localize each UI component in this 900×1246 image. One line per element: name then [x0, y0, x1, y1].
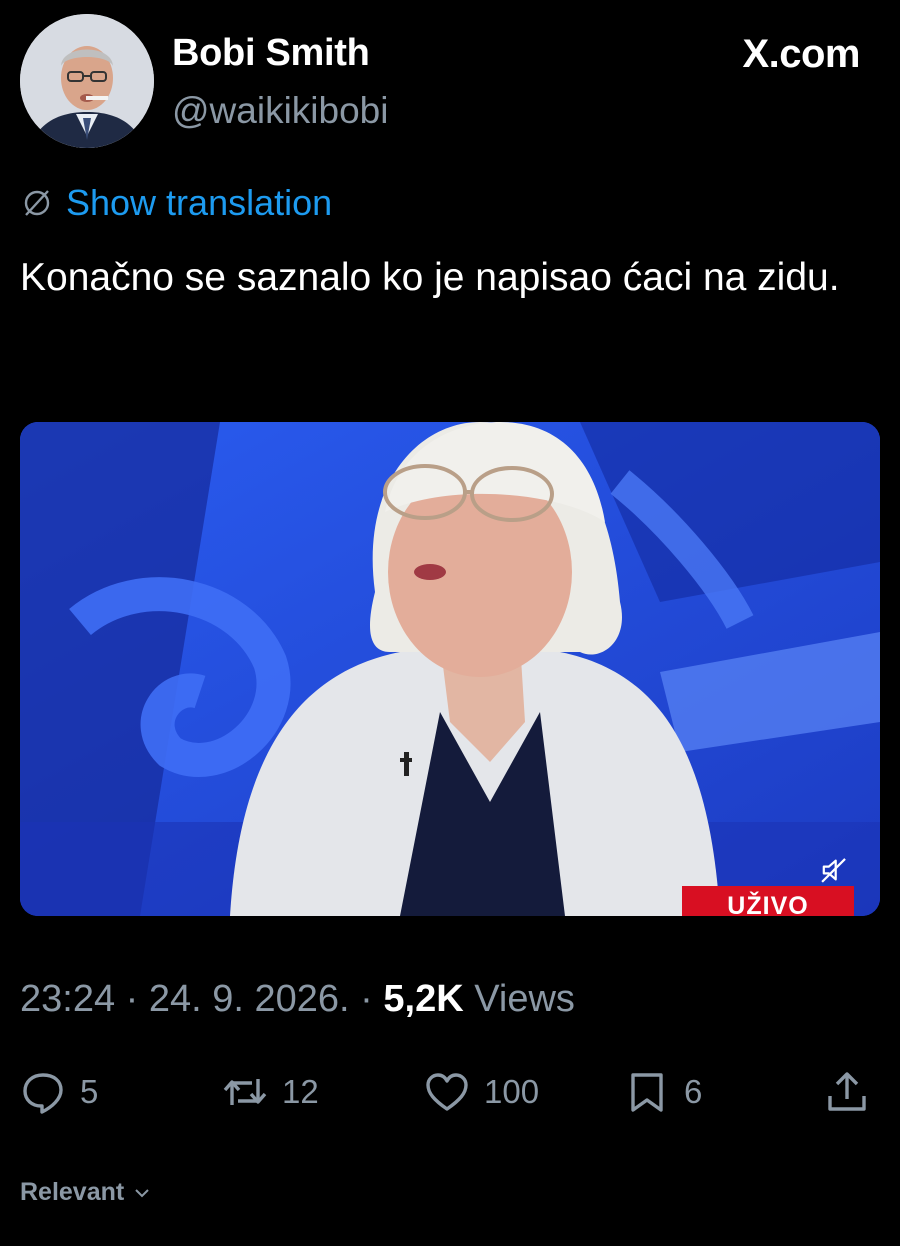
- like-button[interactable]: 100: [424, 1062, 539, 1122]
- speaker-muted-icon: [821, 858, 846, 883]
- author-avatar[interactable]: [20, 14, 154, 148]
- avatar-image: [20, 14, 154, 148]
- translate-icon: [24, 190, 50, 216]
- like-count: 100: [484, 1073, 540, 1110]
- mute-toggle-button[interactable]: [814, 850, 854, 890]
- live-badge: UŽIVO: [682, 886, 854, 916]
- heart-icon: [426, 1073, 468, 1111]
- share-button[interactable]: [824, 1062, 870, 1122]
- tweet-date[interactable]: 24. 9. 2026.: [149, 978, 350, 1020]
- repost-button[interactable]: 12: [222, 1062, 319, 1122]
- meta-separator: ·: [125, 978, 139, 1020]
- bookmark-button[interactable]: 6: [624, 1062, 702, 1122]
- site-watermark: X.com: [742, 32, 860, 76]
- author-display-name[interactable]: Bobi Smith: [172, 32, 370, 75]
- show-translation-label: Show translation: [66, 182, 333, 223]
- replies-sort-dropdown[interactable]: Relevant: [20, 1178, 152, 1207]
- video-frame: [20, 422, 880, 916]
- reply-button[interactable]: 5: [20, 1062, 98, 1122]
- repost-count: 12: [282, 1073, 319, 1110]
- share-icon: [828, 1072, 866, 1111]
- bookmark-count: 6: [684, 1073, 703, 1110]
- views-count: 5,2K: [383, 978, 464, 1020]
- show-translation-button[interactable]: Show translation: [20, 182, 332, 224]
- repost-icon: [223, 1079, 267, 1105]
- sort-label: Relevant: [20, 1178, 125, 1206]
- reply-count: 5: [80, 1073, 99, 1110]
- tweet-time[interactable]: 23:24: [20, 978, 115, 1020]
- author-handle[interactable]: @waikikibobi: [172, 90, 388, 132]
- tweet-video[interactable]: UŽIVO: [20, 422, 880, 916]
- action-bar: 5 12 100 6: [0, 1062, 900, 1122]
- bookmark-icon: [631, 1073, 663, 1112]
- tweet-text: Konačno se saznalo ko je napisao ćaci na…: [20, 256, 840, 299]
- tweet-meta: 23:24 · 24. 9. 2026. · 5,2K Views: [20, 978, 575, 1021]
- views-label: Views: [474, 978, 575, 1020]
- tweet-page: Bobi Smith @waikikibobi X.com Show trans…: [0, 0, 900, 1246]
- meta-separator: ·: [360, 978, 373, 1020]
- chevron-down-icon: [135, 1188, 149, 1197]
- reply-icon: [23, 1073, 63, 1114]
